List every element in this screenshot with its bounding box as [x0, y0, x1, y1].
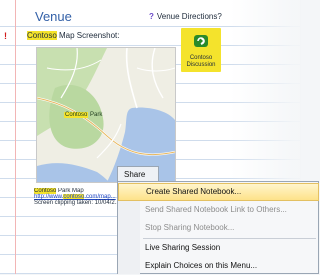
- share-menu: Create Shared Notebook... Send Shared No…: [117, 181, 319, 274]
- menu-item-explain-choices[interactable]: Explain Choices on this Menu...: [118, 257, 319, 275]
- map-screenshot[interactable]: Contoso Park: [36, 47, 176, 183]
- menu-item-stop-sharing-notebook[interactable]: Stop Sharing Notebook...: [118, 219, 319, 237]
- share-menu-tab[interactable]: Share: [117, 166, 159, 182]
- menu-item-live-sharing-session[interactable]: Live Sharing Session: [118, 239, 319, 257]
- discussion-label: Contoso Discussion: [181, 55, 221, 69]
- park-label-highlight: Contoso: [64, 112, 89, 118]
- directions-question[interactable]: ? Venue Directions?: [149, 12, 222, 21]
- page-margin-line: [15, 0, 16, 274]
- screenshot-caption[interactable]: Contoso Map Screenshot:: [27, 31, 120, 40]
- discussion-label-line2: Discussion: [186, 62, 216, 68]
- directions-label: Venue Directions?: [156, 12, 222, 21]
- menu-item-create-shared-notebook[interactable]: Create Shared Notebook...: [118, 183, 319, 201]
- menu-item-send-shared-notebook-link[interactable]: Send Shared Notebook Link to Others...: [118, 201, 319, 219]
- map-caption-clip-info: Screen clipping taken: 10/04/2...: [34, 200, 120, 206]
- page-title[interactable]: Venue: [35, 9, 72, 24]
- screenshot-caption-text: Map Screenshot:: [56, 31, 120, 40]
- map-image: [37, 48, 175, 182]
- question-icon: ?: [149, 12, 154, 21]
- map-caption[interactable]: Contoso Park Map http://www.contoso.com/…: [34, 188, 124, 206]
- screenshot-caption-highlight: Contoso: [27, 31, 57, 40]
- discussion-icon: [194, 35, 208, 47]
- discussion-label-line1: Contoso: [189, 55, 213, 61]
- contoso-discussion-tag[interactable]: Contoso Discussion: [181, 28, 221, 72]
- exclamation-icon: !: [4, 31, 7, 41]
- park-label-text: Park: [88, 112, 103, 118]
- map-park-label: Contoso Park: [64, 112, 102, 118]
